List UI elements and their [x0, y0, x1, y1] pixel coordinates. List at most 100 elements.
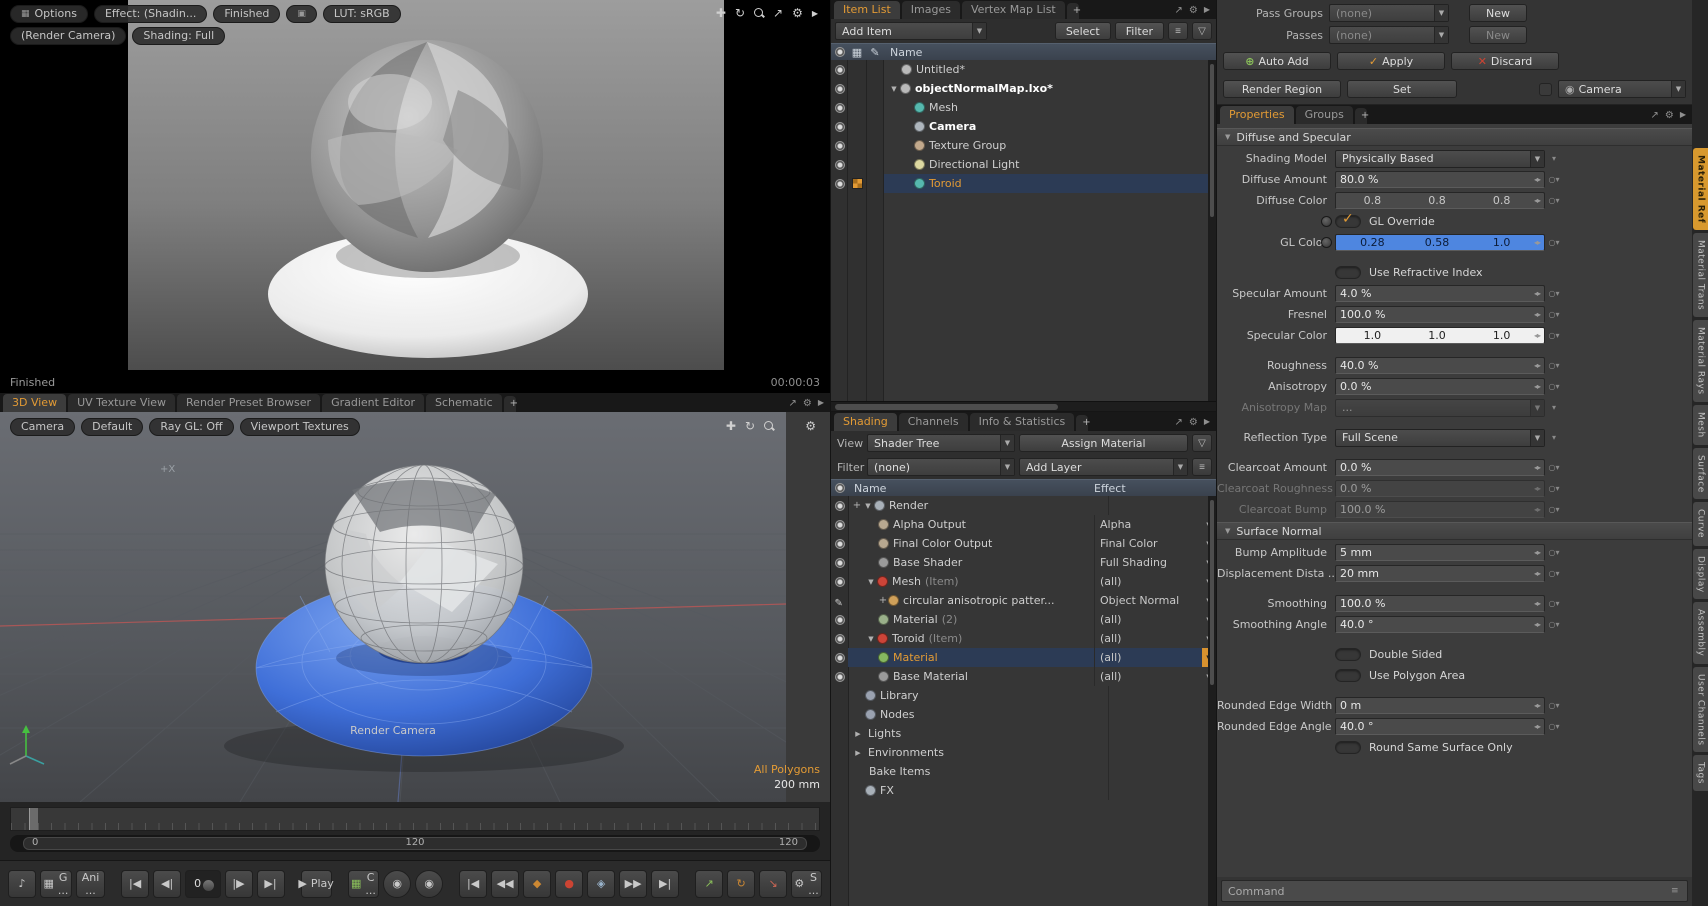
effect-cell[interactable] — [1108, 781, 1216, 800]
render-status-button[interactable]: Finished — [213, 5, 280, 23]
timeline-ruler[interactable] — [10, 807, 820, 831]
value-field[interactable]: 0.0 % ◂▸ — [1335, 459, 1545, 476]
item-row-texture-group[interactable]: Texture Group — [831, 136, 1216, 155]
shader-row-lights[interactable]: ▶ Lights ▼ — [831, 724, 1216, 743]
pan-icon[interactable]: ✚ — [716, 6, 726, 20]
tab-3d-view[interactable]: 3D View — [3, 394, 66, 412]
name-column-header[interactable]: Name — [848, 482, 1094, 495]
channel-menu-button[interactable]: ○▾ — [1545, 175, 1563, 184]
previous-key-button[interactable]: |◀ — [459, 870, 487, 898]
apply-button[interactable]: ✓Apply — [1337, 52, 1445, 70]
timeline-range-slider[interactable]: 0 120 120 — [10, 835, 820, 852]
side-tab-material-rays[interactable]: Material Rays — [1693, 320, 1708, 402]
dropdown[interactable]: Physically Based ▼ — [1335, 150, 1545, 168]
key-cycle-button[interactable]: ↻ — [727, 870, 755, 898]
spinner-arrows[interactable]: ◂▸ — [1534, 505, 1540, 514]
spinner-arrows[interactable]: ◂▸ — [1534, 238, 1540, 247]
panel-arrow-icon[interactable]: ▶ — [1680, 110, 1686, 121]
view-mode-dropdown[interactable]: Shader Tree▼ — [867, 434, 1015, 452]
side-tab-material-trans[interactable]: Material Trans — [1693, 233, 1708, 317]
effect-cell[interactable] — [1108, 496, 1216, 515]
item-row-camera[interactable]: Camera — [831, 117, 1216, 136]
effect-dropdown[interactable]: Effect: (Shadin... — [94, 5, 207, 23]
new-pass-button[interactable]: New — [1469, 26, 1527, 44]
range-start[interactable]: 0 — [32, 837, 38, 848]
value-field[interactable]: 5 mm ◂▸ — [1335, 544, 1545, 561]
visibility-toggle[interactable] — [831, 539, 848, 549]
tab-add[interactable]: + — [1355, 108, 1367, 124]
effect-cell[interactable]: Alpha — [1094, 515, 1202, 534]
channel-menu-button[interactable]: ○▾ — [1545, 361, 1563, 370]
expand-plus-icon[interactable]: + — [852, 500, 862, 511]
channel-menu-button[interactable]: ○▾ — [1545, 310, 1563, 319]
channel-menu-button[interactable]: ○▾ — [1545, 569, 1563, 578]
effect-cell[interactable]: (all) — [1094, 572, 1202, 591]
shader-row-toroid[interactable]: ▼ Toroid (Item) (all) ▼ — [831, 629, 1216, 648]
visibility-toggle[interactable] — [831, 103, 848, 113]
value-field[interactable]: 40.0 ° ◂▸ — [1335, 616, 1545, 633]
visibility-column-header[interactable] — [831, 483, 848, 493]
playhead[interactable] — [29, 808, 38, 830]
visibility-toggle[interactable] — [831, 634, 848, 644]
add-key-dropdown-button[interactable]: ◆ — [523, 870, 551, 898]
value-field[interactable]: 40.0 % ◂▸ — [1335, 357, 1545, 374]
key-slope-in-button[interactable]: ↗ — [695, 870, 723, 898]
tab-schematic[interactable]: Schematic — [426, 394, 502, 412]
visibility-toggle[interactable] — [831, 122, 848, 132]
camera-view-dropdown[interactable]: Camera — [10, 418, 75, 436]
channel-menu-button[interactable]: ○▾ — [1545, 722, 1563, 731]
lut-dropdown[interactable]: LUT: sRGB — [323, 5, 401, 23]
checkbox[interactable]: ✓ — [1335, 215, 1361, 228]
checkbox[interactable]: ✓ — [1335, 648, 1361, 661]
channel-menu-button[interactable]: ○▾ — [1545, 463, 1563, 472]
play-button[interactable]: ▶ Play — [301, 870, 332, 898]
effect-cell[interactable]: (all) — [1094, 667, 1202, 686]
go-to-end-button[interactable]: ▶| — [257, 870, 285, 898]
spinner-arrows[interactable]: ◂▸ — [1534, 196, 1540, 205]
expand-arrow-icon[interactable]: ▼ — [865, 578, 877, 586]
channel-menu-button[interactable]: ○▾ — [1545, 599, 1563, 608]
select-button[interactable]: Select — [1055, 22, 1111, 40]
auto-key-button[interactable]: ◈ — [587, 870, 615, 898]
value-field[interactable]: 0.0 % ◂▸ — [1335, 480, 1545, 497]
filter-button[interactable]: Filter — [1115, 22, 1164, 40]
value-field[interactable]: 0 m ◂▸ — [1335, 697, 1545, 714]
spinner-arrows[interactable]: ◂▸ — [1534, 331, 1540, 340]
channel-menu-button[interactable]: ▾ — [1545, 433, 1563, 442]
spinner-arrows[interactable]: ◂▸ — [1534, 463, 1540, 472]
color-field[interactable]: 1.0 1.0 1.0 ◂▸ — [1335, 327, 1545, 344]
side-tab-surface[interactable]: Surface — [1693, 448, 1708, 500]
shader-row-library[interactable]: Library ▼ — [831, 686, 1216, 705]
range-end[interactable]: 120 — [779, 837, 798, 848]
effect-cell[interactable]: (all) — [1094, 629, 1202, 648]
key-slope-out-button[interactable]: ↘ — [759, 870, 787, 898]
expand-arrow-icon[interactable]: ▼ — [862, 502, 874, 510]
vertical-scrollbar[interactable] — [1208, 60, 1216, 401]
spinner-arrows[interactable]: ◂▸ — [1534, 484, 1540, 493]
expand-plus-icon[interactable]: + — [878, 595, 888, 606]
tab-info-statistics[interactable]: Info & Statistics — [970, 413, 1075, 431]
effect-column-header[interactable]: Effect — [1094, 482, 1216, 495]
spinner-arrows[interactable]: ◂▸ — [1534, 722, 1540, 731]
side-tab-user-channels[interactable]: User Channels — [1693, 667, 1708, 753]
previous-frame-button[interactable]: ◀| — [153, 870, 181, 898]
spinner-arrows[interactable]: ◂▸ — [1534, 569, 1540, 578]
3d-viewport[interactable]: Camera Default Ray GL: Off Viewport Text… — [0, 412, 830, 802]
tab-gradient-editor[interactable]: Gradient Editor — [322, 394, 424, 412]
spinner-arrows[interactable]: ◂▸ — [1534, 548, 1540, 557]
checkbox[interactable]: ✓ — [1335, 669, 1361, 682]
item-row-directional-light[interactable]: Directional Light — [831, 155, 1216, 174]
channel-state-button[interactable] — [1321, 237, 1332, 248]
tab-item-list[interactable]: Item List — [834, 1, 900, 19]
edit-column-header[interactable]: ✎ — [866, 46, 884, 59]
visibility-toggle[interactable] — [831, 520, 848, 530]
render-preview-viewport[interactable]: ▦Options Effect: (Shadin... Finished ▣ L… — [0, 0, 830, 393]
panel-arrow-icon[interactable]: ▶ — [1204, 417, 1210, 428]
effect-cell[interactable]: (all) — [1094, 610, 1202, 629]
value-field[interactable]: 4.0 % ◂▸ — [1335, 285, 1545, 302]
collapse-triangle-icon[interactable]: ▼ — [1225, 133, 1230, 141]
render-region-checkbox[interactable] — [1539, 83, 1552, 96]
zoom-icon[interactable] — [764, 421, 774, 431]
shader-row-render[interactable]: + ▼ Render ▼ — [831, 496, 1216, 515]
tab-render-preset-browser[interactable]: Render Preset Browser — [177, 394, 320, 412]
